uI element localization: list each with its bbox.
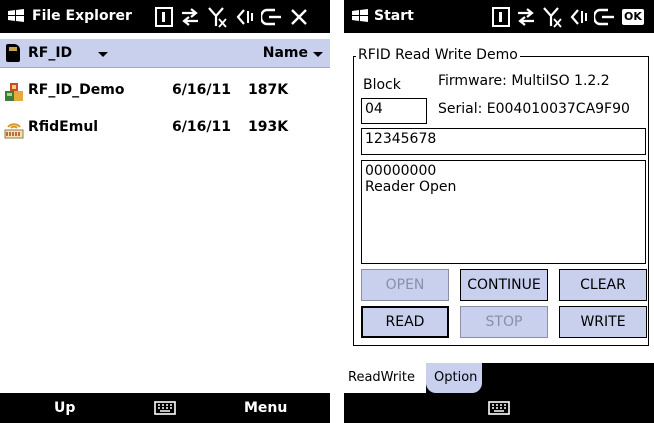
battery-plug-icon	[261, 8, 281, 26]
file-explorer-screen: File Explorer RF_ID Name RF_ID_Demo 6/16…	[0, 0, 330, 423]
no-signal-icon	[208, 7, 227, 28]
status-icons: ok	[492, 5, 644, 29]
sim-icon	[155, 7, 173, 27]
log-output[interactable]: 00000000 Reader Open	[361, 160, 646, 264]
soft-key-bar	[344, 393, 654, 423]
stop-button[interactable]: STOP	[460, 306, 548, 338]
volume-icon	[236, 9, 253, 25]
file-name: RfidEmul	[28, 119, 99, 135]
storage-card-icon	[6, 44, 20, 62]
sync-arrows-icon	[518, 8, 534, 26]
chevron-down-icon[interactable]	[98, 52, 108, 57]
rfid-icon	[4, 123, 24, 139]
tab-option[interactable]: Option	[426, 363, 482, 393]
sort-dropdown[interactable]: Name	[263, 45, 308, 61]
app-title[interactable]: Start	[374, 7, 414, 25]
no-signal-icon	[543, 7, 562, 28]
windows-start-icon[interactable]	[7, 8, 25, 24]
log-line: Reader Open	[365, 179, 457, 195]
file-row[interactable]: RfidEmul 6/16/11 193K	[0, 113, 330, 143]
windows-start-icon[interactable]	[351, 8, 369, 24]
soft-key-bar: Up Menu	[0, 393, 330, 423]
read-button[interactable]: READ	[361, 306, 449, 338]
title-bar: Start ok	[344, 0, 654, 33]
clear-button[interactable]: CLEAR	[559, 269, 647, 301]
serial-label: Serial: E004010037CA9F90	[438, 101, 630, 117]
file-date: 6/16/11	[172, 119, 231, 135]
battery-plug-icon	[594, 8, 614, 26]
sim-icon	[492, 7, 510, 27]
file-size: 193K	[248, 119, 289, 135]
ok-button[interactable]: ok	[622, 9, 644, 25]
rfid-demo-screen: Start ok RFID Read Write Demo Block Firm…	[344, 0, 654, 423]
folder-dropdown[interactable]: RF_ID	[28, 45, 72, 61]
write-button[interactable]: WRITE	[559, 306, 647, 338]
file-row[interactable]: RF_ID_Demo 6/16/11 187K	[0, 76, 330, 106]
keyboard-icon[interactable]	[488, 401, 510, 415]
file-size: 187K	[248, 82, 289, 98]
up-softkey[interactable]: Up	[54, 400, 75, 416]
folder-bar[interactable]: RF_ID Name	[0, 39, 330, 68]
tab-strip: ReadWrite Option	[344, 363, 654, 393]
file-date: 6/16/11	[172, 82, 231, 98]
continue-button[interactable]: CONTINUE	[460, 269, 548, 301]
close-icon[interactable]	[290, 8, 308, 26]
keyboard-icon[interactable]	[154, 401, 176, 415]
log-line: 00000000	[365, 163, 437, 179]
file-name: RF_ID_Demo	[28, 82, 125, 98]
firmware-label: Firmware: MultiISO 1.2.2	[438, 73, 610, 89]
data-input[interactable]: 12345678	[361, 128, 646, 155]
app-title: File Explorer	[32, 8, 132, 24]
tab-readwrite[interactable]: ReadWrite	[344, 363, 426, 393]
group-title: RFID Read Write Demo	[356, 47, 520, 63]
app-icon	[5, 83, 23, 101]
sync-arrows-icon	[182, 8, 198, 26]
status-icons	[155, 5, 308, 29]
open-button[interactable]: OPEN	[361, 269, 449, 301]
volume-icon	[570, 9, 587, 25]
title-bar: File Explorer	[0, 0, 330, 33]
menu-softkey[interactable]: Menu	[244, 400, 287, 416]
block-label: Block	[363, 77, 401, 93]
chevron-down-icon[interactable]	[313, 52, 323, 57]
block-input[interactable]: 04	[361, 98, 427, 124]
